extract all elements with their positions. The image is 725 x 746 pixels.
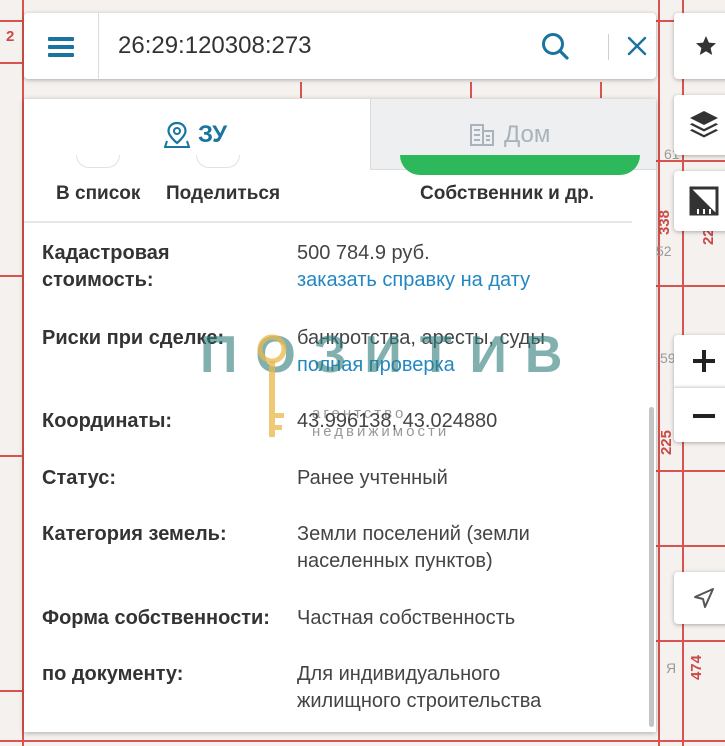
land-category-label: Категория земель: [42,523,227,545]
map-boundary [600,82,602,98]
full-check-link[interactable]: полная проверка [297,352,455,379]
by-document-label: по документу: [42,663,184,685]
map-pin-icon [164,121,190,148]
measure-button[interactable] [674,171,725,231]
parcel-number: Я [666,660,677,676]
map-boundary [0,690,24,692]
menu-icon [48,53,74,57]
ruler-icon [689,186,719,216]
status-value: Ранее учтенный [297,467,448,489]
menu-icon [48,45,74,49]
by-document-value: Для индивидуального жилищного строительс… [297,661,541,715]
map-boundary [658,0,660,746]
menu-icon [48,37,74,41]
land-category-value-line: населенных пунктов) [297,550,493,572]
share-button[interactable]: Поделиться [166,183,280,205]
parcel-number: 2 [6,28,15,45]
zoom-out-button[interactable] [674,387,725,442]
tab-land-plot-label: ЗУ [198,121,228,148]
zoom-in-button[interactable] [674,335,725,387]
close-icon[interactable] [626,35,648,57]
owner-button-bg[interactable] [400,155,640,175]
map-boundary [300,82,302,98]
land-category-value: Земли поселений (земли населенных пункто… [297,521,530,575]
map-boundary [0,275,24,277]
coordinates-label: Координаты: [42,410,173,432]
coordinates-value: 43.996138, 43.024880 [297,410,498,432]
add-to-list-button[interactable]: В список [56,183,140,205]
navigation-arrow-icon [694,588,714,608]
share-icon [196,155,240,168]
map-boundary [470,82,472,98]
risks-label: Риски при сделке: [42,327,225,349]
plus-icon [693,350,715,372]
by-document-value-line: Для индивидуального [297,663,501,685]
minus-icon [693,414,715,418]
land-category-value-line: Земли поселений (земли [297,523,530,545]
map-boundary [656,285,725,287]
risks-value: банкротства, аресты, суды [297,327,545,349]
map-boundary [656,640,725,642]
tab-building-label: Дом [504,121,551,148]
map-boundary [0,740,725,742]
add-to-list-icon [76,155,120,168]
cadastral-value: 500 784.9 руб. [297,242,430,264]
cadastral-value-label-line: Кадастровая [42,242,170,264]
layers-icon [690,111,718,138]
parcel-number: 225 [658,430,675,456]
building-icon [470,124,494,146]
ownership-label: Форма собственности: [42,607,270,629]
map-boundary [0,62,24,64]
order-certificate-link[interactable]: заказать справку на дату [297,267,530,294]
owner-button[interactable]: Собственник и др. [420,183,594,205]
layers-button[interactable] [674,95,725,155]
search-input[interactable] [118,27,538,65]
map-boundary [656,545,725,547]
menu-button[interactable] [24,13,99,79]
star-icon [696,36,716,55]
favorites-button[interactable] [674,13,725,79]
cadastral-value-label: Кадастровая стоимость: [42,240,170,294]
divider [24,221,632,223]
status-label: Статус: [42,467,117,489]
locate-button[interactable] [674,572,725,624]
parcel-number: 338 [656,210,673,236]
parcel-number: 52 [656,243,672,259]
parcel-info-panel: ЗУ Дом В список Поделиться Собственник и… [24,99,656,732]
by-document-value-line: жилищного строительства [297,690,542,712]
map-boundary [656,470,725,472]
cadastral-value-label-line: стоимость: [42,269,154,291]
search-icon[interactable] [540,31,570,61]
divider [608,34,609,60]
search-bar [24,13,656,79]
map-boundary [0,455,24,457]
scrollbar[interactable] [649,407,654,727]
parcel-number: 474 [688,655,705,681]
ownership-value: Частная собственность [297,607,516,629]
